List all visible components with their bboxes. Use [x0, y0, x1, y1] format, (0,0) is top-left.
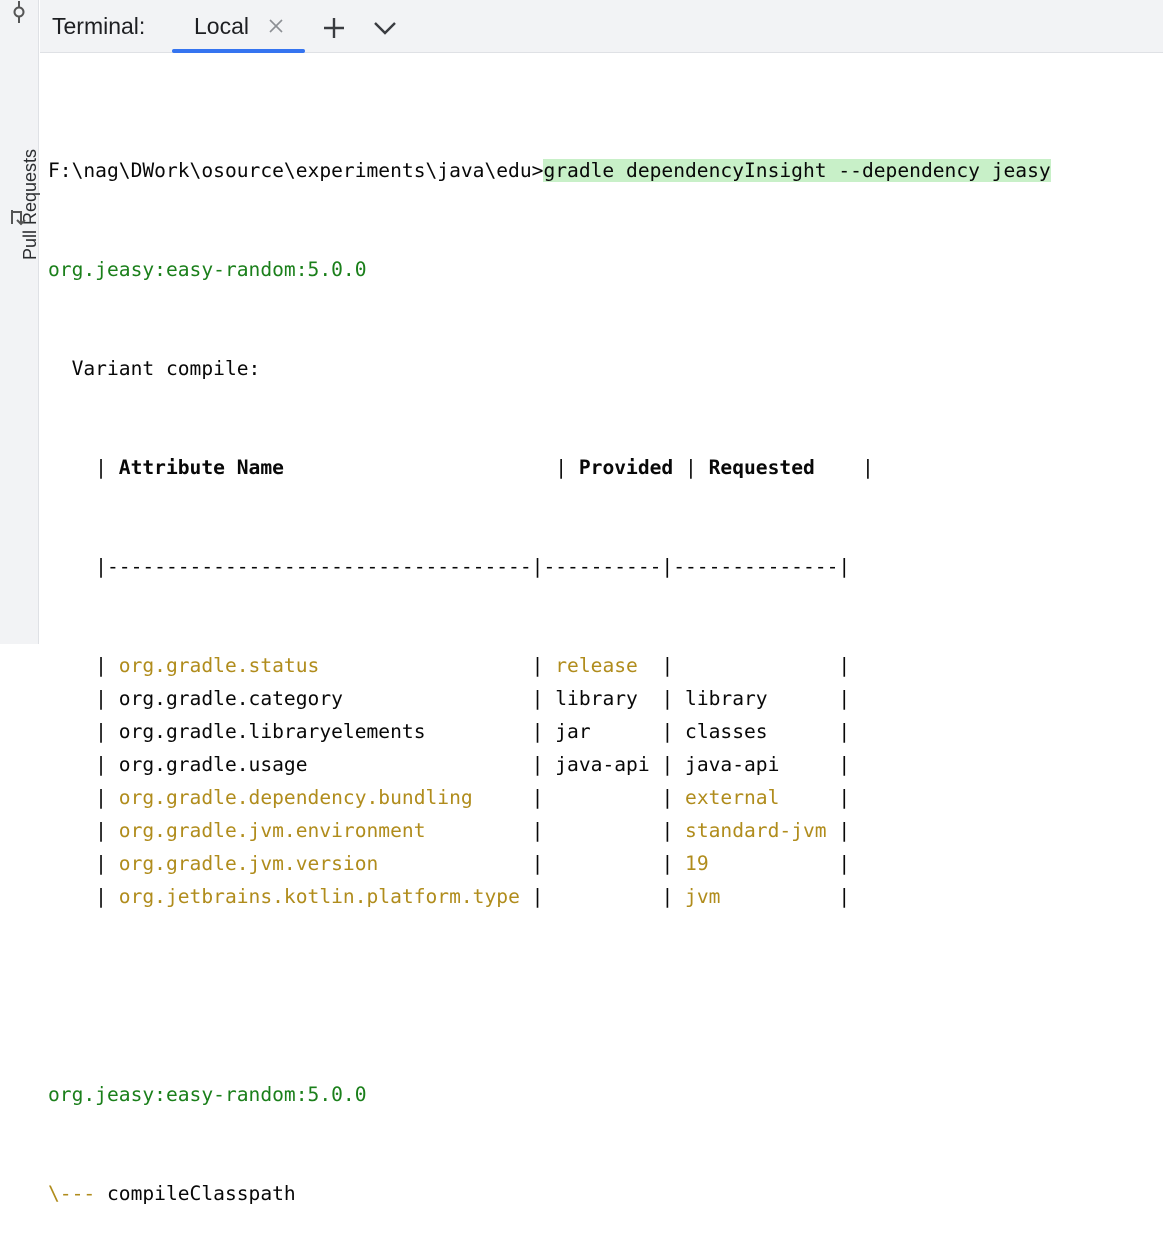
table-row: | org.gradle.jvm.environment | | standar…	[48, 814, 1163, 847]
cell-sep: |	[661, 786, 686, 809]
cell-requested: jvm	[685, 885, 827, 908]
cell-sep: |	[48, 885, 119, 908]
cell-sep: |	[531, 852, 556, 875]
command-text: gradle dependencyInsight --dependency je…	[543, 159, 1051, 182]
cell-sep: |	[48, 852, 119, 875]
cell-sep: |	[531, 720, 556, 743]
new-tab-plus-icon[interactable]	[322, 16, 346, 40]
cell-sep: |	[826, 753, 851, 776]
cell-attribute-name: org.gradle.status	[118, 654, 532, 677]
close-icon[interactable]	[266, 16, 286, 36]
table-row: | org.gradle.usage | java-api | java-api…	[48, 748, 1163, 781]
cell-provided	[555, 885, 661, 908]
cell-provided: jar	[555, 720, 662, 743]
cell-sep: |	[531, 819, 556, 842]
chevron-down-icon[interactable]	[372, 16, 398, 40]
cell-attribute-name: org.gradle.dependency.bundling	[118, 786, 532, 809]
cell-sep: |	[661, 687, 686, 710]
cell-requested: 19	[685, 852, 827, 875]
cell-requested: java-api	[685, 753, 827, 776]
cell-sep: |	[826, 885, 851, 908]
cell-requested: library	[685, 687, 827, 710]
active-tab-indicator	[172, 49, 305, 53]
pull-request-icon	[11, 210, 26, 226]
cell-requested: external	[685, 786, 827, 809]
col-attribute-name: Attribute Name	[118, 456, 284, 479]
cell-provided: release	[555, 654, 662, 677]
cell-sep: |	[48, 819, 119, 842]
cell-provided	[555, 786, 661, 809]
cell-sep: |	[531, 654, 556, 677]
table-row: | org.jetbrains.kotlin.platform.type | |…	[48, 880, 1163, 913]
module-line-2: org.jeasy:easy-random:5.0.0	[48, 1083, 367, 1106]
tree-item: compileClasspath	[106, 1182, 296, 1205]
cell-attribute-name: org.gradle.usage	[118, 753, 532, 776]
cell-sep: |	[826, 819, 851, 842]
terminal-header: Terminal: Local	[40, 0, 1163, 53]
cell-requested: classes	[685, 720, 827, 743]
table-row: | org.gradle.category | library | librar…	[48, 682, 1163, 715]
cell-sep: |	[661, 885, 686, 908]
cell-attribute-name: org.gradle.jvm.environment	[118, 819, 532, 842]
tree-prefix: \---	[48, 1182, 96, 1205]
cell-provided: java-api	[555, 753, 662, 776]
table-row: | org.gradle.libraryelements | jar | cla…	[48, 715, 1163, 748]
tab-local-label: Local	[194, 13, 249, 39]
prompt-path: F:\nag\DWork\osource\experiments\java\ed…	[48, 159, 544, 182]
cell-sep: |	[826, 654, 851, 677]
commit-icon[interactable]	[8, 1, 30, 23]
cell-provided: library	[555, 687, 662, 710]
terminal-output[interactable]: F:\nag\DWork\osource\experiments\java\ed…	[48, 88, 1163, 1205]
table-header-row: | Attribute Name | Provided | Requested …	[48, 456, 874, 479]
cell-sep: |	[48, 654, 119, 677]
cell-sep: |	[826, 720, 851, 743]
pull-requests-tab[interactable]: Pull Requests	[6, 62, 40, 260]
cell-requested	[685, 654, 827, 677]
cell-sep: |	[661, 654, 686, 677]
cell-sep: |	[531, 687, 556, 710]
terminal-title: Terminal:	[52, 13, 146, 39]
table-row: | org.gradle.dependency.bundling | | ext…	[48, 781, 1163, 814]
table-separator: |------------------------------------|--…	[48, 555, 851, 578]
cell-sep: |	[661, 819, 686, 842]
table-row: | org.gradle.jvm.version | | 19 |	[48, 847, 1163, 880]
cell-sep: |	[661, 753, 686, 776]
variant-line: Variant compile:	[48, 357, 261, 380]
module-line: org.jeasy:easy-random:5.0.0	[48, 258, 367, 281]
cell-attribute-name: org.gradle.category	[118, 687, 532, 710]
col-provided: Provided	[578, 456, 674, 479]
tab-local[interactable]: Local	[172, 0, 305, 53]
cell-sep: |	[531, 786, 556, 809]
cell-provided	[555, 819, 661, 842]
left-tool-strip: Pull Requests	[0, 0, 40, 644]
cell-attribute-name: org.jetbrains.kotlin.platform.type	[118, 885, 532, 908]
prompt-line: F:\nag\DWork\osource\experiments\java\ed…	[48, 154, 1163, 187]
cell-sep: |	[48, 786, 119, 809]
cell-attribute-name: org.gradle.jvm.version	[118, 852, 532, 875]
cell-sep: |	[531, 885, 556, 908]
table-rows: | org.gradle.status | release | | | org.…	[48, 649, 1163, 913]
cell-sep: |	[531, 753, 556, 776]
table-row: | org.gradle.status | release | |	[48, 649, 1163, 682]
cell-sep: |	[661, 720, 686, 743]
cell-sep: |	[661, 852, 686, 875]
cell-sep: |	[826, 852, 851, 875]
cell-sep: |	[826, 687, 851, 710]
cell-sep: |	[48, 753, 119, 776]
cell-attribute-name: org.gradle.libraryelements	[118, 720, 532, 743]
cell-provided	[555, 852, 661, 875]
cell-sep: |	[48, 687, 119, 710]
cell-requested: standard-jvm	[685, 819, 827, 842]
pull-requests-label: Pull Requests	[20, 148, 40, 260]
tree-line: \--- compileClasspath	[48, 1177, 1163, 1210]
col-requested: Requested	[708, 456, 815, 479]
cell-sep: |	[48, 720, 119, 743]
cell-sep: |	[826, 786, 851, 809]
